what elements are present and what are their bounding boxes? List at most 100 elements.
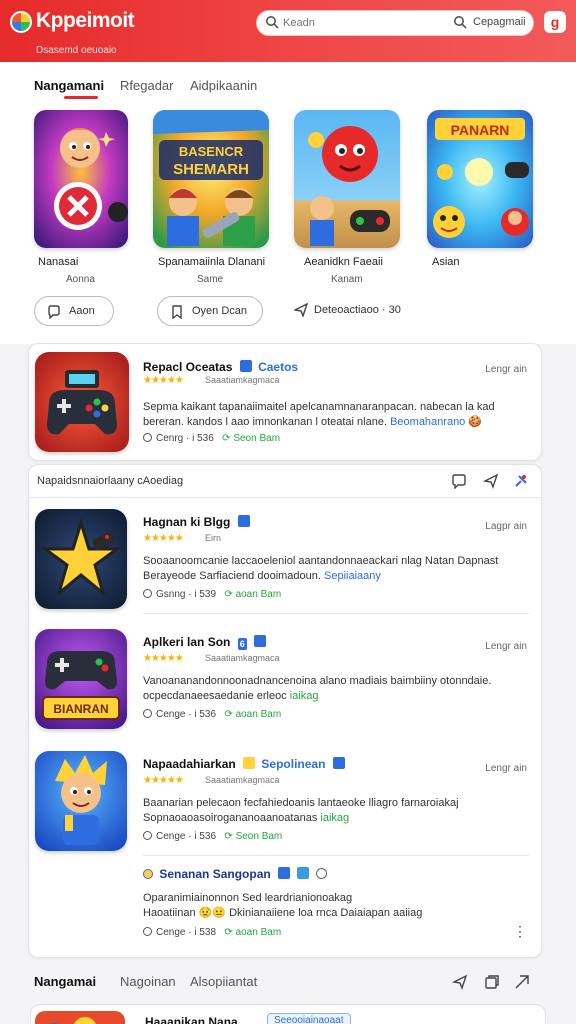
desc-line-1: Sepma kaikant tapanaiimaitel apelcanamna… — [143, 401, 495, 413]
featured-app-card[interactable]: Repacl Oceatas Caetos Lengr ain ★★★★★ Sa… — [28, 343, 542, 461]
bookmark-icon — [172, 305, 182, 319]
desc-line-2-text: bereran. kandos l aao imnonkanan l oteat… — [143, 416, 388, 428]
app-logo-icon[interactable] — [10, 11, 32, 33]
action-game-art-icon — [294, 110, 400, 248]
chat-icon — [48, 305, 60, 319]
feed-item-2-time: Lengr ain — [485, 641, 527, 652]
share-icon[interactable] — [452, 974, 468, 990]
feed-item-3-link[interactable]: iaikag — [320, 812, 349, 824]
feed-item-2-tag: 6 — [237, 638, 247, 650]
bottom-item-title[interactable]: Haaanikan Nana — [145, 1015, 238, 1024]
comment-line-2: Haoatiinan — [143, 907, 196, 919]
tab-nangamani[interactable]: Nangamani — [34, 78, 104, 93]
coin-icon — [143, 869, 153, 879]
feed-item-3-title[interactable]: Napaadahiarkan — [143, 757, 236, 771]
feed-item-3-meta-right[interactable]: Seon Bam — [236, 831, 283, 842]
search-button-label[interactable]: Cepagmaii — [473, 16, 526, 28]
feed-item-1-rating: Eirn — [205, 533, 222, 543]
tab-nagoinan[interactable]: Nagoinan — [120, 974, 176, 989]
feed-item-1[interactable]: Hagnan ki Blgg Lagpr ain ★★★★★ Eirn Sooa… — [29, 501, 541, 614]
pin-icon[interactable] — [513, 473, 529, 489]
featured-name-1: Nanasai — [38, 256, 79, 268]
feed-item-2-icon[interactable]: BIANRAN — [35, 629, 127, 729]
featured-action-share-label: Deteoactiaoo · 30 — [314, 304, 401, 316]
featured-tile-1[interactable] — [34, 110, 128, 248]
feed-item-1-desc-2-row: Berayeode Sarfiaciend dooimadoun. Sepiia… — [143, 569, 535, 584]
feed-item-1-link[interactable]: Sepiiaiaany — [324, 570, 381, 582]
bottom-item-chip[interactable]: Seeooiainaoaat — [267, 1013, 351, 1024]
send-icon[interactable] — [514, 974, 530, 990]
featured-app-tag[interactable]: Caetos — [258, 360, 298, 374]
emoji-react-icon[interactable] — [315, 868, 327, 879]
search-bar[interactable]: Cepagmaii — [256, 10, 534, 36]
feed-item-2-link[interactable]: iaikag — [290, 690, 319, 702]
tab-rfegadar[interactable]: Rfegadar — [120, 78, 173, 93]
featured-tile-3[interactable] — [294, 110, 400, 248]
share-icon[interactable] — [483, 473, 499, 489]
feed-item-3[interactable]: Napaadahiarkan Sepolinean Lengr ain ★★★★… — [29, 743, 541, 863]
copy-icon[interactable] — [484, 974, 500, 990]
more-options-icon[interactable]: ⋮ — [513, 923, 527, 940]
feed-item-1-icon[interactable] — [35, 509, 127, 609]
feed-item-1-desc-1: Sooaanoomcanie laccaoeleniol aantandonna… — [143, 555, 499, 567]
comment-item[interactable]: Senanan Sangopan Oparanimiainonnon Sed l… — [29, 861, 541, 955]
feed-item-2-meta-right[interactable]: aoan Bam — [236, 709, 282, 720]
feed-item-1-meta: Gsnng · i 539 ⟳ aoan Bam — [143, 589, 281, 600]
tab-nangamai[interactable]: Nangamai — [34, 974, 96, 989]
feed-item-2-stars: ★★★★★ — [143, 653, 184, 664]
comment-icon[interactable] — [451, 473, 467, 489]
featured-tile-2[interactable]: BASENCR SHEMARH — [153, 110, 269, 248]
clock-icon — [143, 433, 152, 442]
feed-item-2-title-row: Aplkeri lan Son 6 — [143, 635, 267, 650]
comment-line-2b: Dkinianaiiene loa rnca Daiaiapan aaiiag — [229, 907, 423, 919]
tab-aidpikaanin[interactable]: Aidpikaanin — [190, 78, 257, 93]
telegram-icon[interactable] — [297, 867, 310, 879]
clock-icon — [143, 709, 152, 718]
desc-line-2: bereran. kandos l aao imnonkanan l oteat… — [143, 416, 483, 428]
featured-app-title-row: Repacl Oceatas Caetos — [143, 360, 298, 374]
comment-line-1: Oparanimiainonnon Sed leardrianionoakag — [143, 892, 353, 904]
feed-item-2-desc-1: Vanoananandonnoonadnancenoina alano madi… — [143, 675, 492, 687]
feed-item-divider — [143, 855, 529, 856]
search-input[interactable] — [283, 15, 433, 31]
comment-meta-right[interactable]: aoan Bam — [236, 927, 282, 938]
tab-alsopiiantat[interactable]: Alsopiiantat — [190, 974, 257, 989]
feed-item-3-description: Baanarian pelecaon fecfahiedoanis lantae… — [143, 796, 535, 826]
profile-badge-icon[interactable]: g — [544, 11, 566, 33]
party-game-art-icon: PANARN — [427, 110, 533, 248]
facebook-icon[interactable] — [278, 867, 291, 879]
app-title[interactable]: Kppeimoit — [36, 9, 135, 33]
rating-meta: Saaatiamkagmaca — [205, 375, 280, 385]
featured-action-save-button[interactable]: Oyen Dcan — [157, 296, 263, 326]
tile-2-art-line-2: SHEMARH — [173, 161, 249, 178]
desc-link[interactable]: Beomahanrano — [390, 416, 465, 428]
search-submit-icon[interactable] — [453, 15, 467, 29]
bottom-feed-item[interactable]: Haaanikan Nana Seeooiainaoaat — [30, 1004, 546, 1024]
emoji-badge-icon — [243, 757, 256, 769]
feed-item-1-meta-right[interactable]: aoan Bam — [236, 589, 282, 600]
meta-right[interactable]: Seon Bam — [233, 433, 280, 444]
clock-icon — [143, 831, 152, 840]
feed-item-2-art-text: BIANRAN — [53, 702, 108, 716]
feed-item-3-desc-1: Baanarian pelecaon fecfahiedoanis lantae… — [143, 797, 459, 809]
feed-item-2-description: Vanoananandonnoonadnancenoina alano madi… — [143, 674, 535, 704]
featured-tile-4[interactable]: PANARN — [427, 110, 533, 248]
feed-item-3-title-row: Napaadahiarkan Sepolinean — [143, 757, 345, 771]
bottom-item-icon[interactable] — [35, 1011, 125, 1024]
refresh-icon: ⟳ — [224, 589, 233, 600]
featured-action-chat-button[interactable]: Aaon — [34, 296, 114, 326]
feed-item-3-tag[interactable]: Sepolinean — [261, 757, 325, 771]
feed-item-2[interactable]: BIANRAN Aplkeri lan Son 6 Lengr ain ★★★★… — [29, 621, 541, 733]
feed-item-3-icon[interactable] — [35, 751, 127, 851]
feed-item-1-title[interactable]: Hagnan ki Blgg — [143, 515, 230, 529]
featured-app-icon[interactable] — [35, 352, 129, 452]
featured-action-share-button[interactable]: Deteoactiaoo · 30 — [294, 303, 404, 320]
featured-sub-3: Kanam — [331, 274, 363, 285]
feed-item-2-title[interactable]: Aplkeri lan Son — [143, 635, 230, 649]
feed-item-1-description: Sooaanoomcanie laccaoeleniol aantandonna… — [143, 554, 535, 584]
bottom-game-art-icon — [35, 1011, 125, 1024]
comment-title[interactable]: Senanan Sangopan — [159, 867, 270, 881]
comment-body: Oparanimiainonnon Sed leardrianionoakag … — [143, 891, 535, 921]
featured-app-title[interactable]: Repacl Oceatas — [143, 360, 232, 374]
featured-sub-1: Aonna — [66, 274, 95, 285]
